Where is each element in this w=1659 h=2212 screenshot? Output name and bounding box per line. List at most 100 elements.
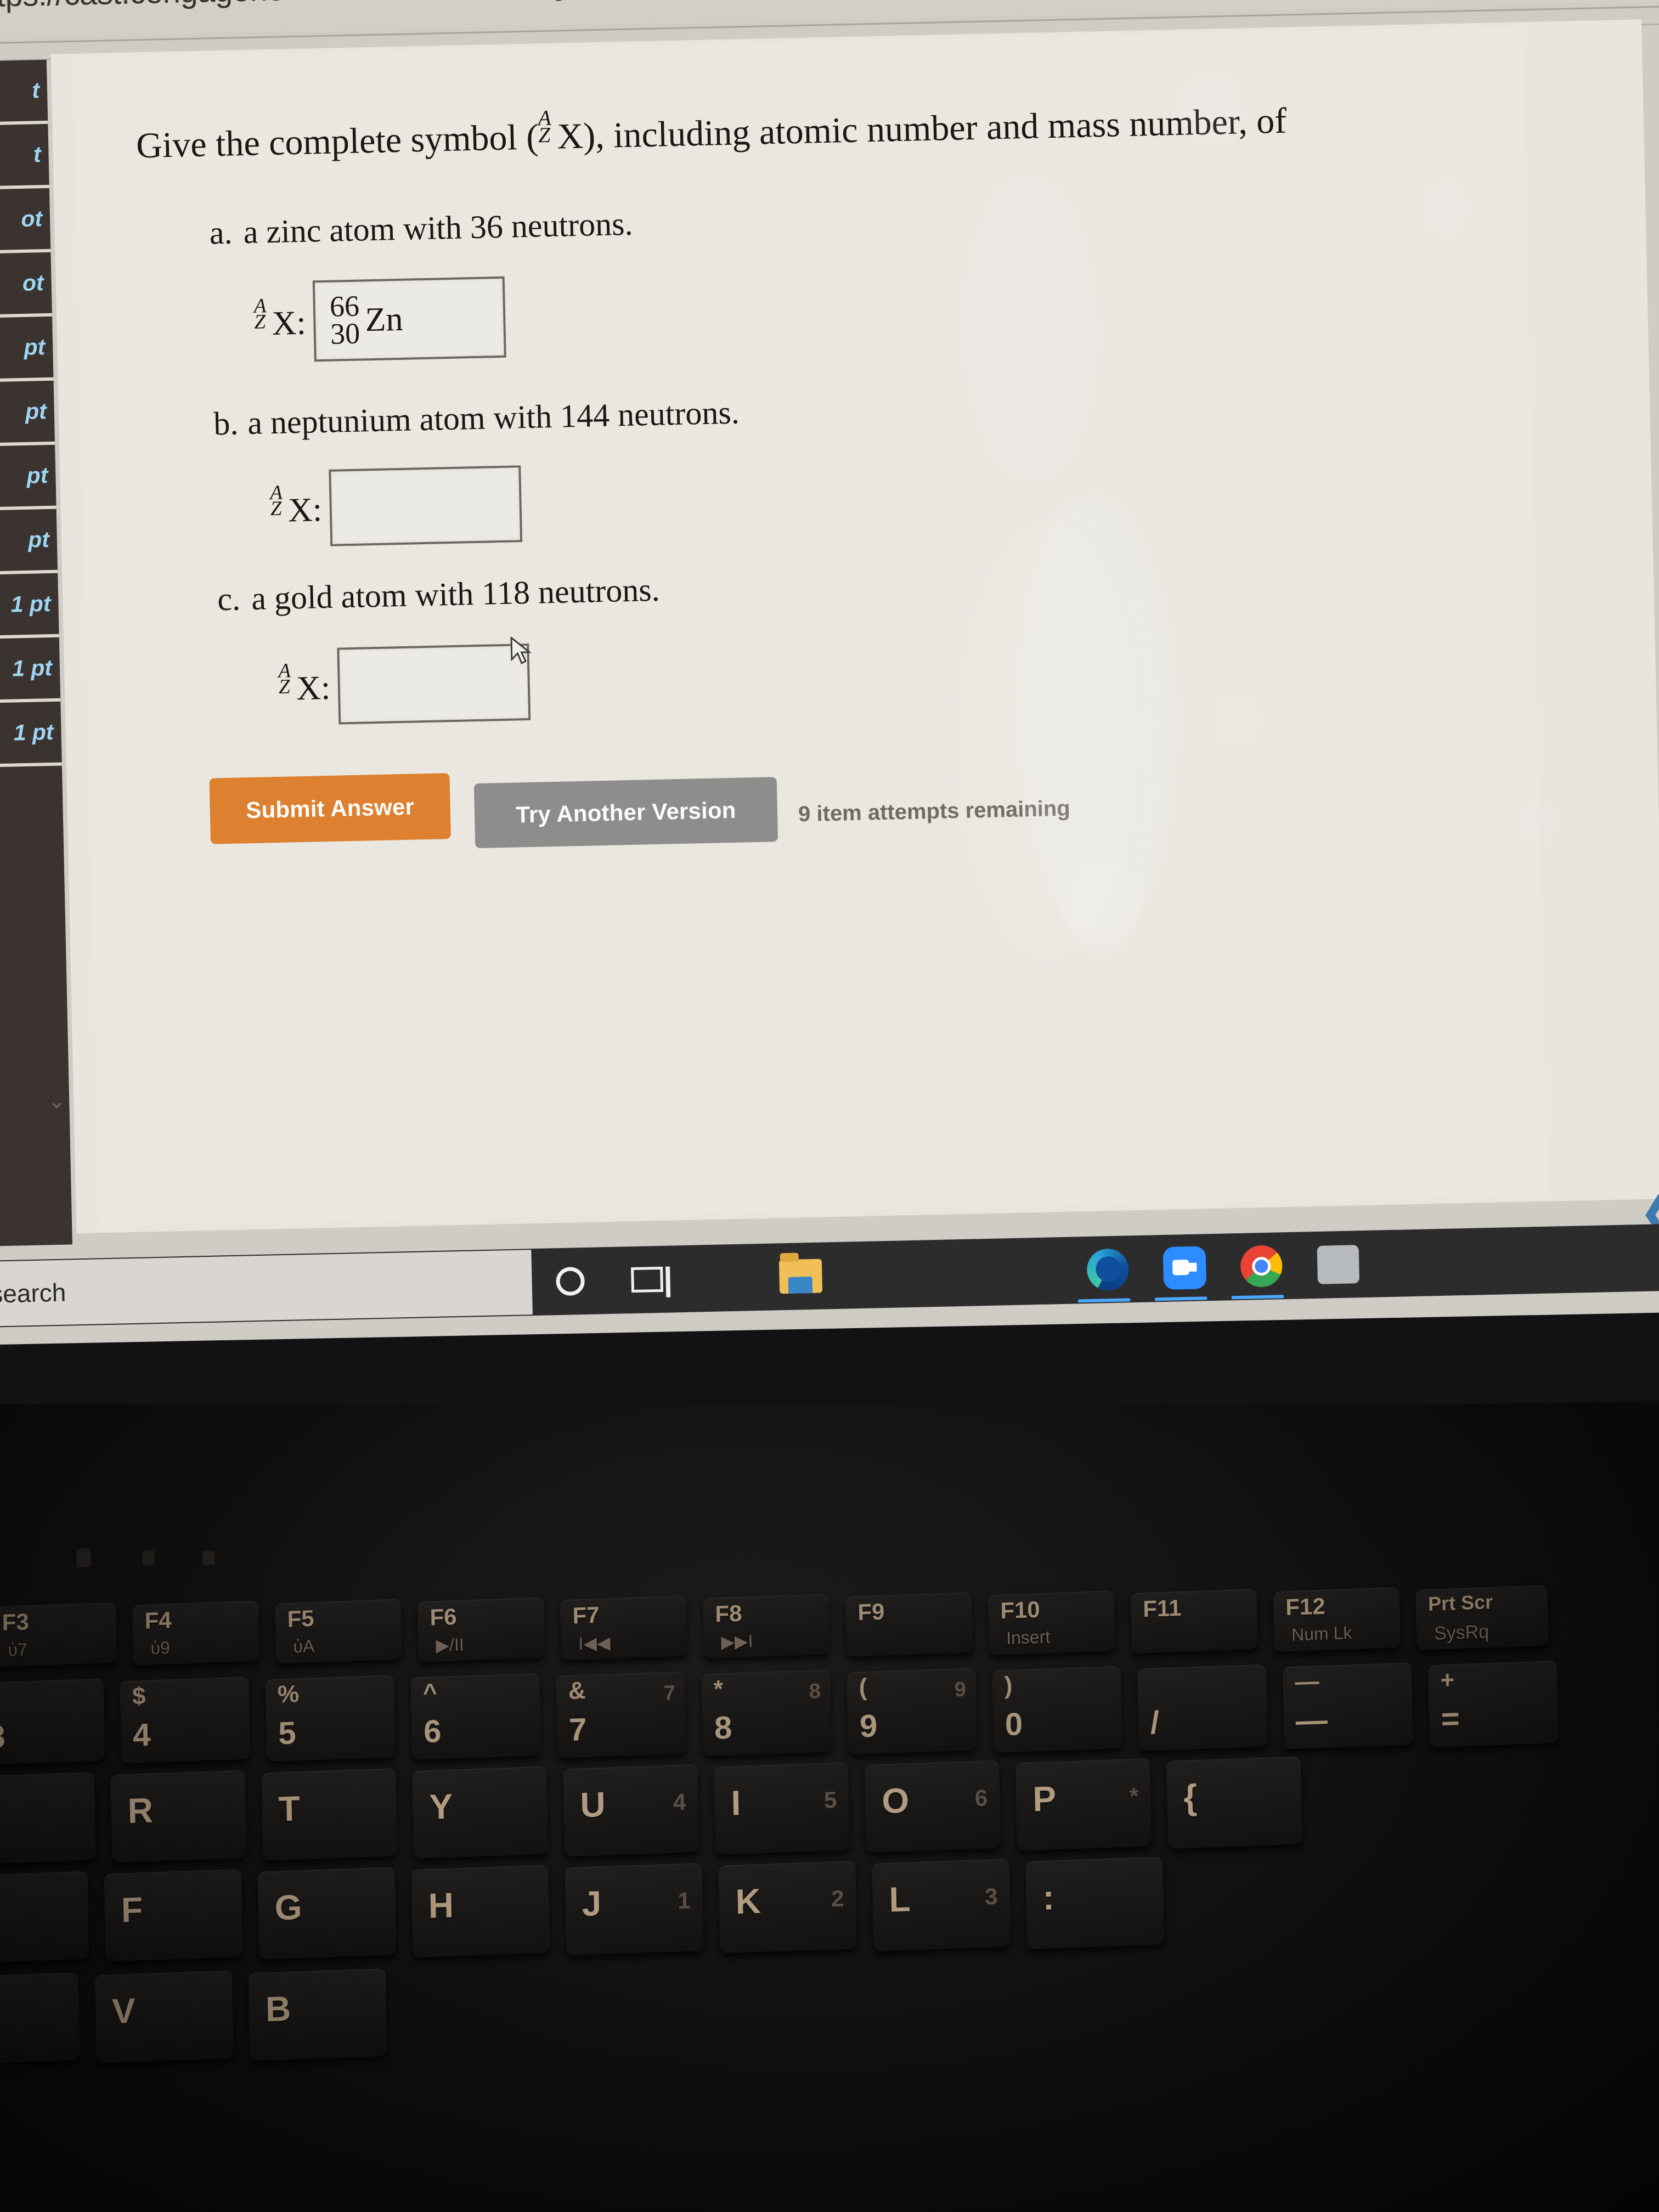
microsoft-edge-icon [1086, 1248, 1130, 1291]
key-4[interactable]: $ 4 [120, 1677, 251, 1764]
physical-laptop-keyboard: F3 ὐ7 F4 ὐ9 F5 ὐA F6 ▶/II F7 I◀◀ F8 ▶▶I [0, 1404, 1659, 2212]
key-print-screen[interactable]: Prt Scr SysRq [1415, 1585, 1549, 1650]
key-semicolon[interactable]: : [1025, 1857, 1164, 1949]
taskbar-app-zoom[interactable] [1146, 1234, 1224, 1302]
key-label: R [127, 1790, 154, 1831]
key-alt-label: ▶▶I [721, 1631, 753, 1652]
part-text: a neptunium atom with 144 neutrons. [247, 394, 740, 442]
sidebar-item[interactable]: t [0, 123, 49, 190]
answer-input-c[interactable] [337, 643, 531, 725]
key-6[interactable]: ^ 6 [410, 1673, 541, 1760]
sidebar-item[interactable]: ot [0, 188, 51, 255]
key-f8[interactable]: F8 ▶▶I [702, 1594, 830, 1659]
key-shift-label: * [713, 1675, 724, 1703]
key-k[interactable]: K 2 [718, 1860, 857, 1954]
key-r[interactable]: R [110, 1770, 247, 1863]
key-shift-label: # [0, 1684, 1, 1712]
attempts-remaining-text: 9 item attempts remaining [798, 796, 1071, 827]
keyboard-indicator-dot [76, 1548, 91, 1568]
key-c[interactable]: C [0, 1972, 80, 2066]
sidebar-item[interactable]: pt [0, 444, 57, 511]
key-7[interactable]: & 7 7 [556, 1671, 686, 1758]
key-o[interactable]: O 6 [865, 1760, 1001, 1853]
taskbar-app-chrome[interactable] [1222, 1232, 1301, 1301]
keyboard-surface: F3 ὐ7 F4 ὐ9 F5 ὐA F6 ▶/II F7 I◀◀ F8 ▶▶I [0, 1508, 1659, 2212]
key-alt-label: SysRq [1434, 1621, 1489, 1644]
windows-taskbar: o search [0, 1222, 1659, 1328]
answer-label-a: A Z X: [253, 295, 306, 344]
chevron-down-icon[interactable]: ⌄ [44, 1088, 70, 1114]
key-f12[interactable]: F12 Num Lk [1273, 1587, 1401, 1652]
taskbar-search-box[interactable]: o search [0, 1250, 533, 1327]
key-f4[interactable]: F4 ὐ9 [132, 1600, 259, 1666]
part-text: a gold atom with 118 neutrons. [251, 571, 661, 617]
cortana-button[interactable] [531, 1247, 610, 1316]
key-numpad-label: 9 [954, 1678, 967, 1702]
key-l[interactable]: L 3 [872, 1859, 1011, 1951]
key-f9[interactable]: F9 [845, 1592, 973, 1657]
key-b[interactable]: B [248, 1968, 387, 2061]
answer-input-b[interactable] [329, 465, 523, 546]
taskbar-app-edge[interactable] [1069, 1235, 1147, 1304]
key-label: B [265, 1988, 291, 2029]
key-8[interactable]: * 8 8 [701, 1669, 832, 1757]
key-d[interactable]: D [0, 1871, 89, 1964]
key-v[interactable]: V [94, 1970, 234, 2063]
key-label: V [111, 1990, 136, 2032]
try-another-version-button[interactable]: Try Another Version [473, 777, 778, 849]
key-e[interactable]: E [0, 1772, 96, 1865]
taskbar-spacer [839, 1274, 916, 1276]
key-label: K [735, 1881, 761, 1922]
key-label: F [121, 1889, 143, 1930]
key-slash[interactable]: / [1137, 1664, 1268, 1751]
x-colon: X: [296, 669, 331, 708]
key-0[interactable]: ) 0 [992, 1666, 1122, 1753]
key-f3[interactable]: F3 ὐ7 [0, 1602, 117, 1667]
answer-input-a[interactable]: 66 30 Zn [312, 276, 507, 362]
key-f6[interactable]: F6 ▶/II [417, 1597, 545, 1662]
sidebar-item[interactable]: 1 pt [0, 637, 61, 703]
key-h[interactable]: H [411, 1865, 550, 1958]
key-shift-label: & [568, 1677, 586, 1705]
answer-row-c: A Z X: [278, 643, 531, 726]
key-3[interactable]: # 3 [0, 1678, 105, 1765]
az-notation: AZ [270, 481, 289, 522]
sidebar-item[interactable]: ot [0, 252, 53, 319]
cortana-circle-icon [556, 1267, 585, 1296]
sidebar-item[interactable]: 1 pt [0, 701, 62, 768]
submit-answer-button[interactable]: Submit Answer [209, 773, 451, 844]
key-f11[interactable]: F11 [1130, 1588, 1258, 1654]
task-view-button[interactable] [608, 1245, 686, 1314]
key-alt-label: ὐ9 [150, 1638, 171, 1658]
key-5[interactable]: % 5 [265, 1674, 396, 1762]
taskbar-app-file-explorer[interactable] [761, 1242, 840, 1311]
taskbar-spacer [992, 1271, 1069, 1272]
stem-x: X [556, 116, 584, 157]
zoom-icon [1163, 1246, 1207, 1290]
google-chrome-icon [1240, 1245, 1283, 1288]
taskbar-app-other[interactable] [1299, 1231, 1378, 1299]
isotope-answer-b [331, 471, 353, 544]
key-9[interactable]: ( 9 9 [847, 1667, 977, 1755]
key-equals[interactable]: + = [1428, 1660, 1559, 1748]
key-t[interactable]: T [261, 1768, 398, 1861]
key-f5[interactable]: F5 ὐA [275, 1599, 402, 1664]
key-p[interactable]: P * [1015, 1758, 1152, 1851]
key-u[interactable]: U 4 [563, 1764, 699, 1857]
key-y[interactable]: Y [412, 1766, 549, 1859]
key-j[interactable]: J 1 [565, 1863, 704, 1956]
sidebar-item[interactable]: pt [0, 380, 55, 447]
x-colon: X: [287, 491, 323, 529]
key-g[interactable]: G [257, 1867, 397, 1960]
sidebar-item[interactable]: t [0, 59, 48, 126]
key-f10[interactable]: F10 Insert [988, 1590, 1115, 1656]
key-f7[interactable]: F7 I◀◀ [560, 1595, 687, 1661]
sidebar-item[interactable]: 1 pt [0, 573, 59, 639]
key-bracket-left[interactable]: { [1166, 1756, 1302, 1849]
key-label: F6 [430, 1603, 457, 1630]
key-f[interactable]: F [104, 1869, 243, 1962]
sidebar-item[interactable]: pt [0, 316, 54, 383]
sidebar-item[interactable]: pt [0, 509, 58, 575]
key-i[interactable]: I 5 [714, 1762, 850, 1855]
key-minus[interactable]: — — [1283, 1662, 1413, 1750]
